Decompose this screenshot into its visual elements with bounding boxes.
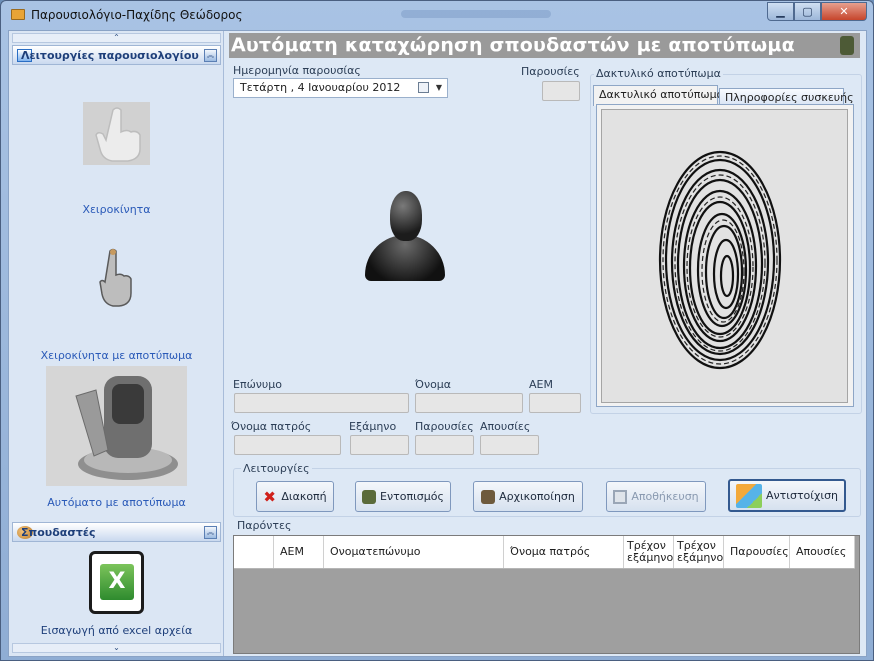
match-button-label: Αντιστοίχιση [765, 489, 839, 502]
initialize-button-label: Αρχικοποίηση [499, 490, 575, 503]
app-window: Παρουσιολόγιο-Παχίδης Θεώδορος ▁ ▢ ✕ ⌃ Λ… [0, 0, 874, 661]
sidebar: ⌃ Λειτουργίες παρουσιολογίου ︽ Χειροκίνη… [9, 31, 224, 656]
excel-icon: X [89, 551, 144, 614]
father-name-field [234, 435, 341, 455]
save-button[interactable]: Αποθήκευση [606, 481, 706, 512]
absences-label: Απουσίες [480, 420, 531, 433]
scanner-init-icon [481, 489, 496, 504]
scanner-search-icon [362, 489, 377, 504]
date-label: Ημερομηνία παρουσίας [233, 64, 361, 77]
section-attendance-header[interactable]: Λειτουργίες παρουσιολογίου ︽ [12, 45, 221, 65]
tab-fingerprint[interactable]: Δακτυλικό αποτύπωμα [593, 85, 724, 106]
section-attendance-label: Λειτουργίες παρουσιολογίου [21, 48, 199, 62]
column-absences[interactable]: Απουσίες [790, 536, 855, 568]
column-current-semester-2[interactable]: Τρέχον εξάμηνο [674, 536, 724, 568]
operations-title: Λειτουργίες [241, 462, 312, 475]
column-aem[interactable]: ΑΕΜ [274, 536, 324, 568]
absences-field [480, 435, 539, 455]
surname-label: Επώνυμο [233, 378, 283, 391]
name-field [415, 393, 523, 413]
detect-button[interactable]: Εντοπισμός [355, 481, 451, 512]
maximize-button[interactable]: ▢ [794, 2, 821, 21]
surname-field [234, 393, 409, 413]
presences-label: Παρουσίες [415, 420, 474, 433]
sidebar-item-auto-fingerprint-label: Αυτόματο με αποτύπωμα [47, 496, 186, 509]
sidebar-item-auto-fingerprint[interactable]: Αυτόματο με αποτύπωμα [12, 366, 221, 512]
stop-button-label: Διακοπή [281, 490, 327, 503]
name-label: Όνομα [415, 378, 452, 391]
column-current-semester-1[interactable]: Τρέχον εξάμηνο [624, 536, 674, 568]
present-table[interactable]: ΑΕΜ Ονοματεπώνυμο Όνομα πατρός Τρέχον εξ… [233, 535, 860, 654]
fingerprint-icon [658, 150, 782, 370]
minimize-button[interactable]: ▁ [767, 2, 794, 21]
stop-x-icon: ✖ [263, 487, 276, 506]
aem-field [529, 393, 581, 413]
collapse-chevron-icon[interactable]: ︽ [204, 526, 217, 539]
hand-pointer-icon [83, 102, 150, 165]
sidebar-item-manual-label: Χειροκίνητα [82, 203, 151, 216]
fingerprint-image [601, 109, 848, 403]
save-disk-icon [613, 489, 628, 504]
present-table-header: ΑΕΜ Ονοματεπώνυμο Όνομα πατρός Τρέχον εξ… [234, 536, 855, 569]
section-students-label: Σπουδαστές [21, 525, 96, 539]
sidebar-item-manual-fingerprint[interactable]: Χειροκίνητα με αποτύπωμα [12, 245, 221, 363]
main-panel: Αυτόματη καταχώρηση σπουδαστών με αποτύπ… [229, 31, 868, 656]
column-father-name[interactable]: Όνομα πατρός [504, 536, 624, 568]
sidebar-scroll-down-button[interactable]: ⌄ [12, 643, 221, 653]
date-value: Τετάρτη , 4 Ιανουαρίου 2012 [240, 81, 401, 94]
stop-button[interactable]: ✖ Διακοπή [256, 481, 334, 512]
sidebar-item-excel-import[interactable]: X Εισαγωγή από excel αρχεία [12, 547, 221, 643]
section-students-header[interactable]: Σπουδαστές ︽ [12, 522, 221, 542]
window-title: Παρουσιολόγιο-Παχίδης Θεώδορος [31, 8, 243, 22]
page-header: Αυτόματη καταχώρηση σπουδαστών με αποτύπ… [229, 33, 860, 58]
initialize-button[interactable]: Αρχικοποίηση [473, 481, 583, 512]
fingerprint-group-title: Δακτυλικό αποτύπωμα [594, 67, 723, 80]
title-glow [401, 10, 551, 18]
title-bar[interactable]: Παρουσιολόγιο-Παχίδης Θεώδορος ▁ ▢ ✕ [1, 1, 873, 29]
close-button[interactable]: ✕ [821, 2, 867, 21]
table-row-selector-header [234, 536, 274, 568]
client-area: ⌃ Λειτουργίες παρουσιολογίου ︽ Χειροκίνη… [8, 30, 867, 657]
semester-field [350, 435, 409, 455]
sidebar-item-manual[interactable]: Χειροκίνητα [12, 101, 221, 221]
semester-label: Εξάμηνο [349, 420, 397, 433]
sidebar-item-manual-fingerprint-label: Χειροκίνητα με αποτύπωμα [40, 349, 193, 362]
father-name-label: Όνομα πατρός [231, 420, 312, 433]
presences-top-field [542, 81, 580, 101]
scanner-icon [840, 36, 854, 55]
presences-field [415, 435, 474, 455]
student-avatar-icon [365, 191, 445, 281]
fingerprint-scanner-icon [46, 366, 187, 486]
date-picker[interactable]: Τετάρτη , 4 Ιανουαρίου 2012 ▼ [233, 78, 448, 98]
aem-label: ΑΕΜ [529, 378, 553, 391]
column-fullname[interactable]: Ονοματεπώνυμο [324, 536, 504, 568]
dropdown-arrow-icon[interactable]: ▼ [436, 79, 442, 97]
app-folder-icon [11, 9, 25, 20]
collapse-chevron-icon[interactable]: ︽ [204, 49, 217, 62]
hand-finger-icon [96, 247, 138, 309]
present-title: Παρόντες [237, 519, 292, 532]
match-button[interactable]: Αντιστοίχιση [728, 479, 846, 512]
window-controls: ▁ ▢ ✕ [767, 2, 867, 21]
boxes-icon [735, 483, 762, 508]
sidebar-item-excel-import-label: Εισαγωγή από excel αρχεία [40, 624, 193, 637]
save-button-label: Αποθήκευση [631, 490, 699, 503]
column-presences[interactable]: Παρουσίες [724, 536, 790, 568]
calendar-icon[interactable] [418, 82, 429, 93]
detect-button-label: Εντοπισμός [380, 490, 444, 503]
page-title: Αυτόματη καταχώρηση σπουδαστών με αποτύπ… [231, 34, 795, 56]
presences-top-label: Παρουσίες [521, 65, 580, 78]
sidebar-scroll-up-button[interactable]: ⌃ [12, 33, 221, 43]
